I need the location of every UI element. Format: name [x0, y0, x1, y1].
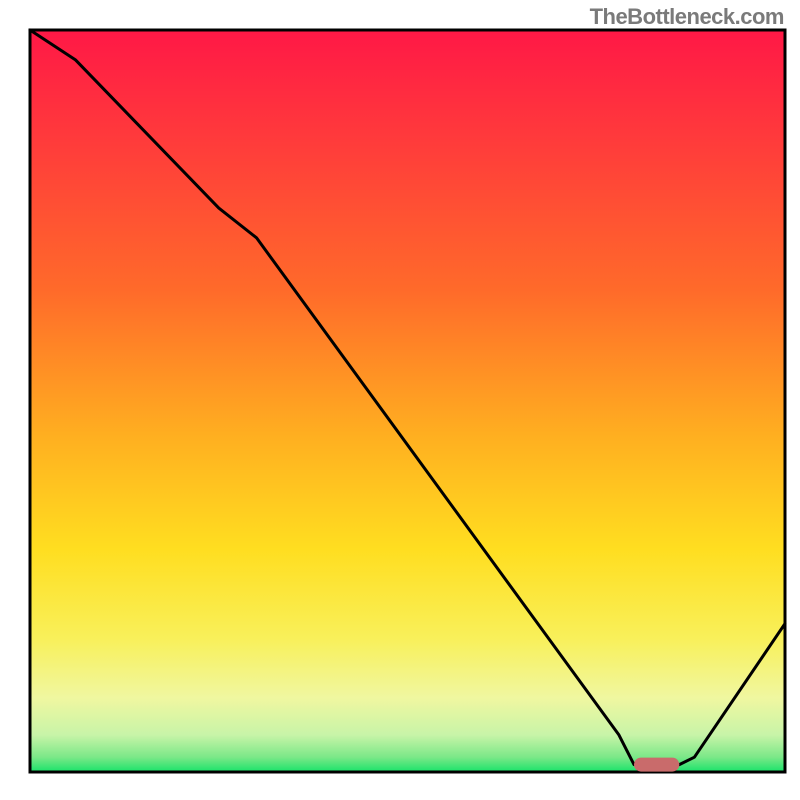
optimal-range-marker	[634, 758, 679, 772]
chart-container: TheBottleneck.com	[0, 0, 800, 800]
chart-svg	[0, 0, 800, 800]
watermark-text: TheBottleneck.com	[590, 4, 784, 30]
plot-background	[30, 30, 785, 772]
